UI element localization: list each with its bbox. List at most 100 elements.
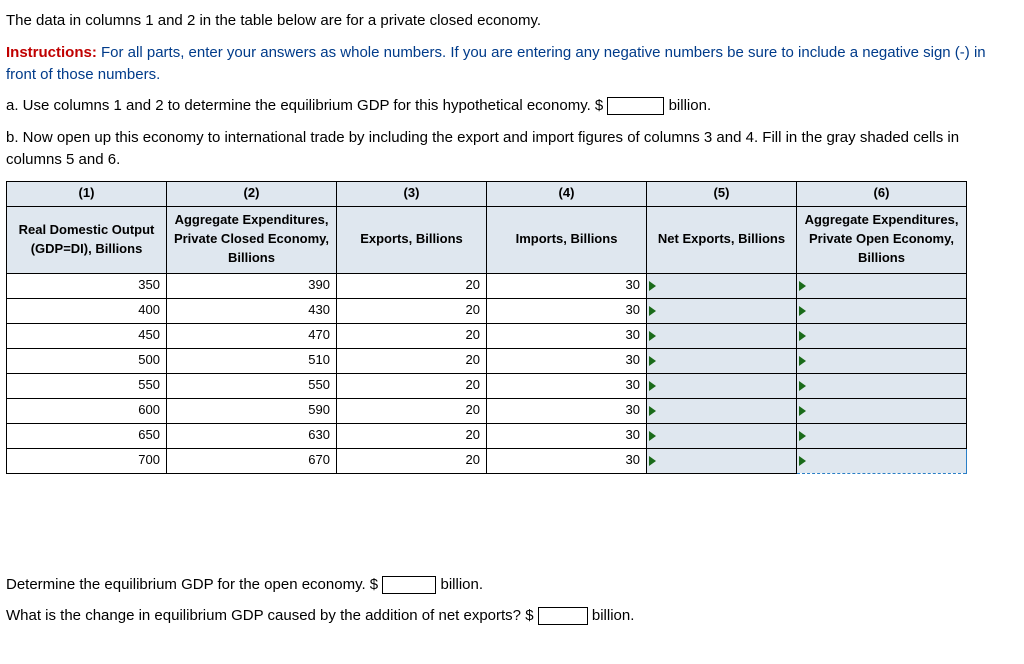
cell-net-exports-input[interactable] xyxy=(647,448,797,473)
table-header-row: Real Domestic Output (GDP=DI), Billions … xyxy=(7,206,967,273)
cell-gdp: 700 xyxy=(7,448,167,473)
economy-table: (1) (2) (3) (4) (5) (6) Real Domestic Ou… xyxy=(6,181,967,474)
part-a-input[interactable] xyxy=(607,97,664,115)
cell-ae_closed: 550 xyxy=(167,373,337,398)
colnum-2: (2) xyxy=(167,181,337,206)
hdr-imports: Imports, Billions xyxy=(487,206,647,273)
cell-net-exports-input[interactable] xyxy=(647,348,797,373)
cell-gdp: 500 xyxy=(7,348,167,373)
hdr-ae-open: Aggregate Expenditures, Private Open Eco… xyxy=(797,206,967,273)
expand-icon xyxy=(799,456,806,466)
cell-ae-open-input[interactable] xyxy=(797,373,967,398)
intro-text: The data in columns 1 and 2 in the table… xyxy=(6,10,1018,32)
cell-ae-open-input[interactable] xyxy=(797,323,967,348)
cell-exports: 20 xyxy=(337,298,487,323)
instructions-text: For all parts, enter your answers as who… xyxy=(6,44,986,83)
cell-ae-open-input[interactable] xyxy=(797,348,967,373)
colnum-4: (4) xyxy=(487,181,647,206)
instructions: Instructions: For all parts, enter your … xyxy=(6,42,1018,86)
cell-gdp: 400 xyxy=(7,298,167,323)
table-row: 3503902030 xyxy=(7,273,967,298)
cell-ae_closed: 470 xyxy=(167,323,337,348)
table-row: 6005902030 xyxy=(7,398,967,423)
cell-net-exports-input[interactable] xyxy=(647,373,797,398)
cell-imports: 30 xyxy=(487,273,647,298)
cell-exports: 20 xyxy=(337,273,487,298)
expand-icon xyxy=(799,306,806,316)
cell-exports: 20 xyxy=(337,323,487,348)
expand-icon xyxy=(649,456,656,466)
expand-icon xyxy=(799,406,806,416)
cell-gdp: 350 xyxy=(7,273,167,298)
table-row: 7006702030 xyxy=(7,448,967,473)
cell-ae-open-input[interactable] xyxy=(797,423,967,448)
q-change-post: billion. xyxy=(588,607,635,624)
cell-net-exports-input[interactable] xyxy=(647,323,797,348)
hdr-net-exports: Net Exports, Billions xyxy=(647,206,797,273)
cell-exports: 20 xyxy=(337,373,487,398)
part-a: a. Use columns 1 and 2 to determine the … xyxy=(6,95,1018,117)
cell-exports: 20 xyxy=(337,423,487,448)
cell-exports: 20 xyxy=(337,448,487,473)
cell-ae-open-input[interactable] xyxy=(797,398,967,423)
change-gdp-input[interactable] xyxy=(538,607,588,625)
hdr-gdp: Real Domestic Output (GDP=DI), Billions xyxy=(7,206,167,273)
cell-ae_closed: 630 xyxy=(167,423,337,448)
open-gdp-input[interactable] xyxy=(382,576,436,594)
cell-imports: 30 xyxy=(487,348,647,373)
colnum-3: (3) xyxy=(337,181,487,206)
cell-ae_closed: 430 xyxy=(167,298,337,323)
expand-icon xyxy=(799,431,806,441)
part-a-post: billion. xyxy=(664,97,711,114)
cell-net-exports-input[interactable] xyxy=(647,298,797,323)
table-colnum-row: (1) (2) (3) (4) (5) (6) xyxy=(7,181,967,206)
cell-exports: 20 xyxy=(337,398,487,423)
q-change-pre: What is the change in equilibrium GDP ca… xyxy=(6,607,538,624)
question-change-gdp: What is the change in equilibrium GDP ca… xyxy=(6,605,1018,627)
cell-net-exports-input[interactable] xyxy=(647,398,797,423)
cell-imports: 30 xyxy=(487,448,647,473)
cell-exports: 20 xyxy=(337,348,487,373)
expand-icon xyxy=(649,331,656,341)
cell-gdp: 450 xyxy=(7,323,167,348)
cell-gdp: 600 xyxy=(7,398,167,423)
cell-ae_closed: 390 xyxy=(167,273,337,298)
cell-ae-open-input[interactable] xyxy=(797,448,967,473)
cell-net-exports-input[interactable] xyxy=(647,273,797,298)
table-row: 5005102030 xyxy=(7,348,967,373)
table-row: 4004302030 xyxy=(7,298,967,323)
expand-icon xyxy=(799,381,806,391)
table-body: 3503902030400430203045047020305005102030… xyxy=(7,273,967,473)
q-open-post: billion. xyxy=(436,576,483,593)
cell-imports: 30 xyxy=(487,373,647,398)
expand-icon xyxy=(799,331,806,341)
expand-icon xyxy=(649,306,656,316)
colnum-5: (5) xyxy=(647,181,797,206)
expand-icon xyxy=(649,381,656,391)
instructions-label: Instructions: xyxy=(6,44,97,61)
cell-gdp: 550 xyxy=(7,373,167,398)
expand-icon xyxy=(649,431,656,441)
cell-net-exports-input[interactable] xyxy=(647,423,797,448)
table-row: 5505502030 xyxy=(7,373,967,398)
cell-ae_closed: 510 xyxy=(167,348,337,373)
hdr-ae-closed: Aggregate Expenditures, Private Closed E… xyxy=(167,206,337,273)
cell-imports: 30 xyxy=(487,398,647,423)
expand-icon xyxy=(649,356,656,366)
colnum-6: (6) xyxy=(797,181,967,206)
table-row: 4504702030 xyxy=(7,323,967,348)
part-a-pre: a. Use columns 1 and 2 to determine the … xyxy=(6,97,607,114)
cell-ae-open-input[interactable] xyxy=(797,273,967,298)
cell-ae-open-input[interactable] xyxy=(797,298,967,323)
expand-icon xyxy=(649,406,656,416)
expand-icon xyxy=(799,356,806,366)
part-b: b. Now open up this economy to internati… xyxy=(6,127,1018,171)
cell-ae_closed: 670 xyxy=(167,448,337,473)
expand-icon xyxy=(799,281,806,291)
cell-imports: 30 xyxy=(487,298,647,323)
expand-icon xyxy=(649,281,656,291)
cell-gdp: 650 xyxy=(7,423,167,448)
q-open-pre: Determine the equilibrium GDP for the op… xyxy=(6,576,382,593)
table-row: 6506302030 xyxy=(7,423,967,448)
question-open-gdp: Determine the equilibrium GDP for the op… xyxy=(6,574,1018,596)
